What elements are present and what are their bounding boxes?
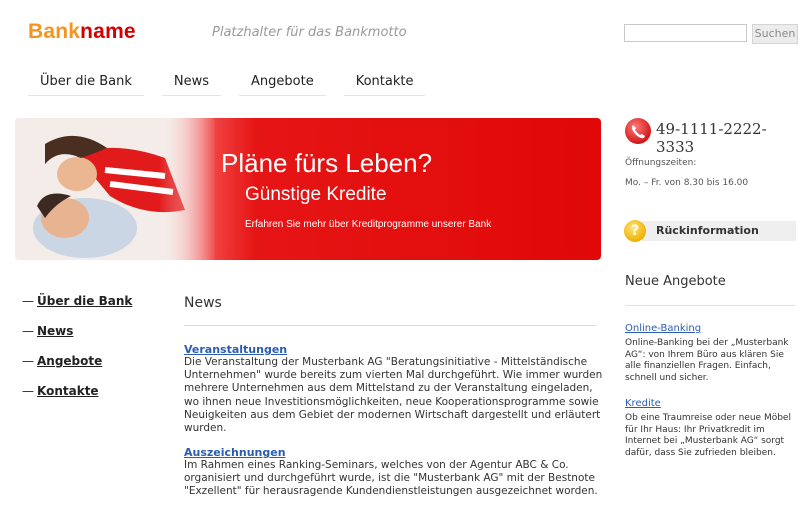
article-auszeichnungen-link[interactable]: Auszeichnungen — [184, 446, 286, 459]
feedback-label: Rückinformation — [656, 224, 759, 237]
offer-kredite-link[interactable]: Kredite — [625, 398, 661, 409]
topnav-angebote[interactable]: Angebote — [239, 74, 326, 96]
logo-text-part2: name — [80, 20, 136, 43]
opening-hours-label: Öffnungszeiten: — [625, 158, 697, 168]
search-input[interactable] — [624, 24, 747, 42]
bank-motto: Platzhalter für das Bankmotto — [212, 25, 407, 40]
logo-text-part1: Bank — [28, 20, 81, 43]
topnav-kontakte[interactable]: Kontakte — [343, 74, 426, 96]
promo-banner[interactable]: Pläne fürs Leben? Günstige Kredite Erfah… — [15, 118, 601, 260]
article-veranstaltungen-link[interactable]: Veranstaltungen — [184, 343, 287, 356]
banner-text[interactable]: Erfahren Sie mehr über Kreditprogramme u… — [245, 219, 491, 230]
offer-online-banking-desc: Online-Banking bei der „Musterbank AG“: … — [625, 338, 789, 383]
leftnav-kontakte[interactable]: — Kontakte — [22, 384, 132, 399]
phone-number: 49-1111-2222-3333 — [656, 120, 767, 156]
bank-logo[interactable]: Bankname — [28, 20, 136, 44]
opening-hours-value: Mo. – Fr. von 8.30 bis 16.00 — [625, 178, 749, 188]
leftnav-angebote[interactable]: — Angebote — [22, 354, 132, 369]
banner-subtitle: Günstige Kredite — [245, 184, 387, 205]
leftnav-news[interactable]: — News — [22, 324, 132, 339]
left-navigation: — Über die Bank — News — Angebote — Kontakte — [22, 294, 132, 414]
news-heading: News — [184, 295, 222, 311]
search-button[interactable]: Suchen — [752, 24, 798, 44]
offers-heading: Neue Angebote — [625, 274, 726, 289]
leftnav-ueber-die-bank[interactable]: — Über die Bank — [22, 294, 132, 309]
couple-photo — [15, 118, 215, 260]
topnav-ueber-die-bank[interactable]: Über die Bank — [28, 74, 144, 96]
feedback-link[interactable]: ? Rückinformation — [624, 220, 796, 242]
question-icon: ? — [624, 220, 646, 242]
topnav-news[interactable]: News — [161, 74, 222, 96]
phone-icon — [625, 118, 651, 144]
top-navigation: Über die Bank News Angebote Kontakte — [28, 74, 443, 96]
offer-kredite-desc: Ob eine Traumreise oder neue Möbel für I… — [625, 413, 791, 458]
offer-online-banking-link[interactable]: Online-Banking — [625, 323, 701, 334]
banner-title: Pläne fürs Leben? — [221, 148, 433, 178]
article-auszeichnungen-body: Im Rahmen eines Ranking-Seminars, welche… — [184, 459, 598, 498]
news-divider — [184, 325, 596, 326]
offers-divider — [625, 305, 795, 306]
article-veranstaltungen-body: Die Veranstaltung der Musterbank AG "Ber… — [184, 356, 603, 435]
